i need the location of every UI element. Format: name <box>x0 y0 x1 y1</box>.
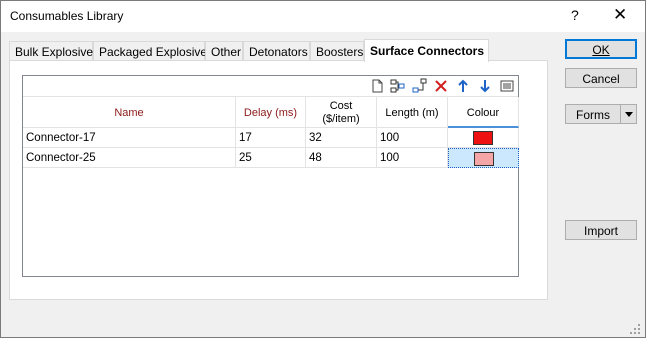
resize-grip-icon[interactable] <box>629 323 641 335</box>
cell-length[interactable]: 100 <box>377 128 448 148</box>
forms-button-label: Forms <box>576 108 610 122</box>
list-icon[interactable] <box>499 78 515 94</box>
move-down-icon[interactable] <box>477 78 493 94</box>
append-row-icon[interactable] <box>412 78 428 94</box>
cell-cost[interactable]: 32 <box>306 128 377 148</box>
column-header-length[interactable]: Length (m) <box>377 97 448 128</box>
cell-name[interactable]: Connector-17 <box>23 128 236 148</box>
import-button-label: Import <box>583 224 618 238</box>
tab-bulk-explosives[interactable]: Bulk Explosives <box>9 41 99 61</box>
ok-button[interactable]: OK <box>565 39 637 59</box>
cell-delay[interactable]: 17 <box>236 128 306 148</box>
import-button[interactable]: Import <box>565 220 637 240</box>
cancel-button[interactable]: Cancel <box>565 68 637 88</box>
insert-row-icon[interactable] <box>390 78 406 94</box>
cell-colour-selected[interactable] <box>448 148 519 168</box>
grid-toolbar <box>23 76 518 97</box>
connectors-grid: Name Delay (ms) Cost ($/item) Length (m)… <box>22 75 519 277</box>
move-up-icon[interactable] <box>455 78 471 94</box>
window-title: Consumables Library <box>10 9 124 23</box>
forms-button[interactable]: Forms <box>565 104 637 124</box>
tab-packaged-explosives[interactable]: Packaged Explosives <box>93 41 213 61</box>
cell-name[interactable]: Connector-25 <box>23 148 236 168</box>
cell-colour[interactable] <box>448 128 519 148</box>
chevron-down-icon[interactable] <box>620 105 636 123</box>
tab-surface-connectors[interactable]: Surface Connectors <box>364 39 489 62</box>
new-icon[interactable] <box>369 78 385 94</box>
column-header-cost[interactable]: Cost ($/item) <box>306 97 377 128</box>
help-button[interactable]: ? <box>571 7 579 23</box>
tab-detonators[interactable]: Detonators <box>243 41 310 61</box>
close-button[interactable]: ✕ <box>613 5 627 25</box>
column-header-delay[interactable]: Delay (ms) <box>236 97 306 128</box>
colour-swatch[interactable] <box>474 152 494 166</box>
cell-cost[interactable]: 48 <box>306 148 377 168</box>
column-header-name[interactable]: Name <box>23 97 236 128</box>
cell-length[interactable]: 100 <box>377 148 448 168</box>
title-bar: Consumables Library ? ✕ <box>1 1 645 32</box>
consumables-library-dialog: Consumables Library ? ✕ Bulk Explosives … <box>0 0 646 338</box>
tab-boosters[interactable]: Boosters <box>310 41 364 61</box>
delete-icon[interactable] <box>433 78 449 94</box>
tab-other[interactable]: Other <box>205 41 243 61</box>
column-header-colour[interactable]: Colour <box>448 97 519 128</box>
colour-swatch[interactable] <box>473 131 493 145</box>
cell-delay[interactable]: 25 <box>236 148 306 168</box>
ok-button-label: OK <box>592 43 610 57</box>
cancel-button-label: Cancel <box>582 72 620 86</box>
